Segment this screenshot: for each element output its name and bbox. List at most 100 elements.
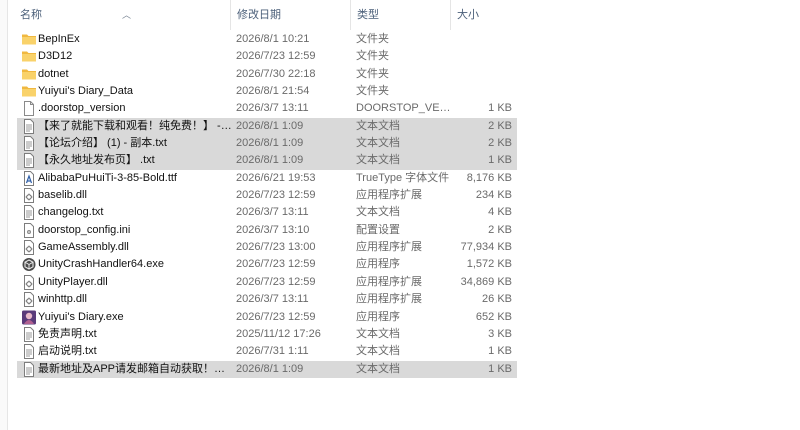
text-file-icon [21,118,37,135]
file-size: 1 KB [488,362,512,375]
file-row[interactable]: 免责声明.txt 2025/11/12 17:26 文本文档 3 KB [17,326,517,343]
game-app-icon [21,309,37,326]
file-type: 文本文档 [356,119,400,132]
file-modified-date: 2026/3/7 13:10 [236,223,310,236]
file-name: 免责声明.txt [38,327,97,340]
file-size: 77,934 KB [460,241,512,254]
file-modified-date: 2026/7/23 13:00 [236,241,316,254]
file-modified-date: 2026/3/7 13:11 [236,206,309,219]
column-header-type[interactable]: 类型 [350,0,450,30]
file-size: 1,572 KB [466,258,512,271]
file-type: 应用程序扩展 [356,241,422,254]
file-type: 文本文档 [356,154,400,167]
folder-icon [21,66,37,83]
column-header-date[interactable]: 修改日期 [230,0,350,30]
file-type: 文本文档 [356,362,400,375]
file-row[interactable]: D3D12 2026/7/23 12:59 文件夹 [17,48,517,65]
file-row[interactable]: 【论坛介绍】 (1) - 副本.txt 2026/8/1 1:09 文本文档 2 KB [17,135,517,153]
file-row[interactable]: UnityCrashHandler64.exe 2026/7/23 12:59 应用… [17,256,517,273]
dll-file-icon [21,187,37,204]
file-type: 文件夹 [356,50,389,63]
text-file-icon [21,326,37,343]
file-name: D3D12 [38,50,73,63]
file-row[interactable]: 最新地址及APP请发邮箱自动获取！！！... 2026/8/1 1:09 文本文档 1… [17,360,517,378]
file-row[interactable]: Yuiyui's Diary_Data 2026/8/1 21:54 文件夹 [17,83,517,100]
file-size: 3 KB [488,327,512,340]
dll-file-icon [21,239,37,256]
file-size: 34,869 KB [460,275,512,288]
file-modified-date: 2026/3/7 13:11 [236,293,309,306]
file-name: 最新地址及APP请发邮箱自动获取！！！... [38,362,233,375]
file-modified-date: 2026/7/23 12:59 [236,258,316,271]
file-row[interactable]: .doorstop_version 2026/3/7 13:11 DOORSTOP_… [17,100,517,117]
file-modified-date: 2026/7/23 12:59 [236,275,316,288]
column-header-size[interactable]: 大小 [450,0,517,30]
file-modified-date: 2026/7/23 12:59 [236,50,316,63]
file-size: 2 KB [488,137,512,150]
file-row[interactable]: AlibabaPuHuiTi-3-85-Bold.ttf 2026/6/21 19… [17,170,517,187]
file-name: GameAssembly.dll [38,241,129,254]
file-size: 4 KB [488,206,512,219]
file-name: 启动说明.txt [38,345,97,358]
column-header-date-label: 修改日期 [237,9,281,21]
unity-app-icon [21,256,37,273]
font-file-icon [21,170,37,187]
file-type: 文本文档 [356,345,400,358]
file-modified-date: 2025/11/12 17:26 [236,327,321,340]
file-row[interactable]: BepInEx 2026/8/1 10:21 文件夹 [17,31,517,48]
file-name: doorstop_config.ini [38,223,131,236]
file-name: baselib.dll [38,189,87,202]
file-modified-date: 2026/8/1 1:09 [236,154,304,167]
file-name: .doorstop_version [38,102,126,115]
file-size: 26 KB [482,293,512,306]
file-name: dotnet [38,67,69,80]
file-modified-date: 2026/7/30 22:18 [236,67,316,80]
file-modified-date: 2026/7/23 12:59 [236,189,316,202]
file-modified-date: 2026/8/1 1:09 [236,362,304,375]
column-header: 名称 ︿ 修改日期 类型 大小 [14,0,517,30]
file-row[interactable]: changelog.txt 2026/3/7 13:11 文本文档 4 KB [17,204,517,221]
text-file-icon [21,135,37,152]
file-size: 2 KB [488,223,512,236]
file-modified-date: 2026/6/21 19:53 [236,171,316,184]
file-type: 应用程序扩展 [356,189,422,202]
file-size: 8,176 KB [466,171,512,184]
file-name: BepInEx [38,33,80,45]
text-file-icon [21,343,37,360]
file-size: 652 KB [475,310,512,323]
file-row[interactable]: 【永久地址发布页】 .txt 2026/8/1 1:09 文本文档 1 KB [17,152,517,170]
folder-icon [21,83,37,100]
file-size: 2 KB [488,119,512,132]
file-type: 应用程序扩展 [356,293,422,306]
file-name: AlibabaPuHuiTi-3-85-Bold.ttf [38,171,177,184]
dll-file-icon [21,291,37,308]
file-type: 文本文档 [356,206,400,219]
file-row[interactable]: 【来了就能下载和观看！纯免费！】 - 副... 2026/8/1 1:09 文本文档… [17,117,517,136]
file-row[interactable]: baselib.dll 2026/7/23 12:59 应用程序扩展 234 KB [17,187,517,204]
file-size: 1 KB [488,345,512,358]
folder-icon [21,48,37,65]
file-modified-date: 2026/7/23 12:59 [236,310,316,323]
file-modified-date: 2026/8/1 1:09 [236,137,304,150]
file-type: 文件夹 [356,67,389,80]
column-header-name[interactable]: 名称 ︿ [14,0,230,30]
file-type: 文本文档 [356,327,400,340]
folder-icon [21,31,37,48]
file-row[interactable]: winhttp.dll 2026/3/7 13:11 应用程序扩展 26 KB [17,291,517,308]
file-row[interactable]: Yuiyui's Diary.exe 2026/7/23 12:59 应用程序 652… [17,309,517,326]
file-row[interactable]: doorstop_config.ini 2026/3/7 13:10 配置设置 2 K… [17,222,517,239]
config-file-icon [21,222,37,239]
file-type: TrueType 字体文件 [356,171,450,184]
file-modified-date: 2026/3/7 13:11 [236,102,309,115]
text-file-icon [21,361,37,378]
file-row[interactable]: 启动说明.txt 2026/7/31 1:11 文本文档 1 KB [17,343,517,360]
file-modified-date: 2026/8/1 10:21 [236,33,310,45]
file-row[interactable]: dotnet 2026/7/30 22:18 文件夹 [17,66,517,83]
text-file-icon [21,204,37,221]
file-row[interactable]: GameAssembly.dll 2026/7/23 13:00 应用程序扩展 77,… [17,239,517,256]
file-name: Yuiyui's Diary_Data [38,85,134,98]
file-list: BepInEx 2026/8/1 10:21 文件夹 D3D12 2026/7/23 1… [17,31,517,378]
file-row[interactable]: UnityPlayer.dll 2026/7/23 12:59 应用程序扩展 34,8… [17,274,517,291]
sort-ascending-icon: ︿ [122,10,132,20]
file-name: changelog.txt [38,206,104,219]
